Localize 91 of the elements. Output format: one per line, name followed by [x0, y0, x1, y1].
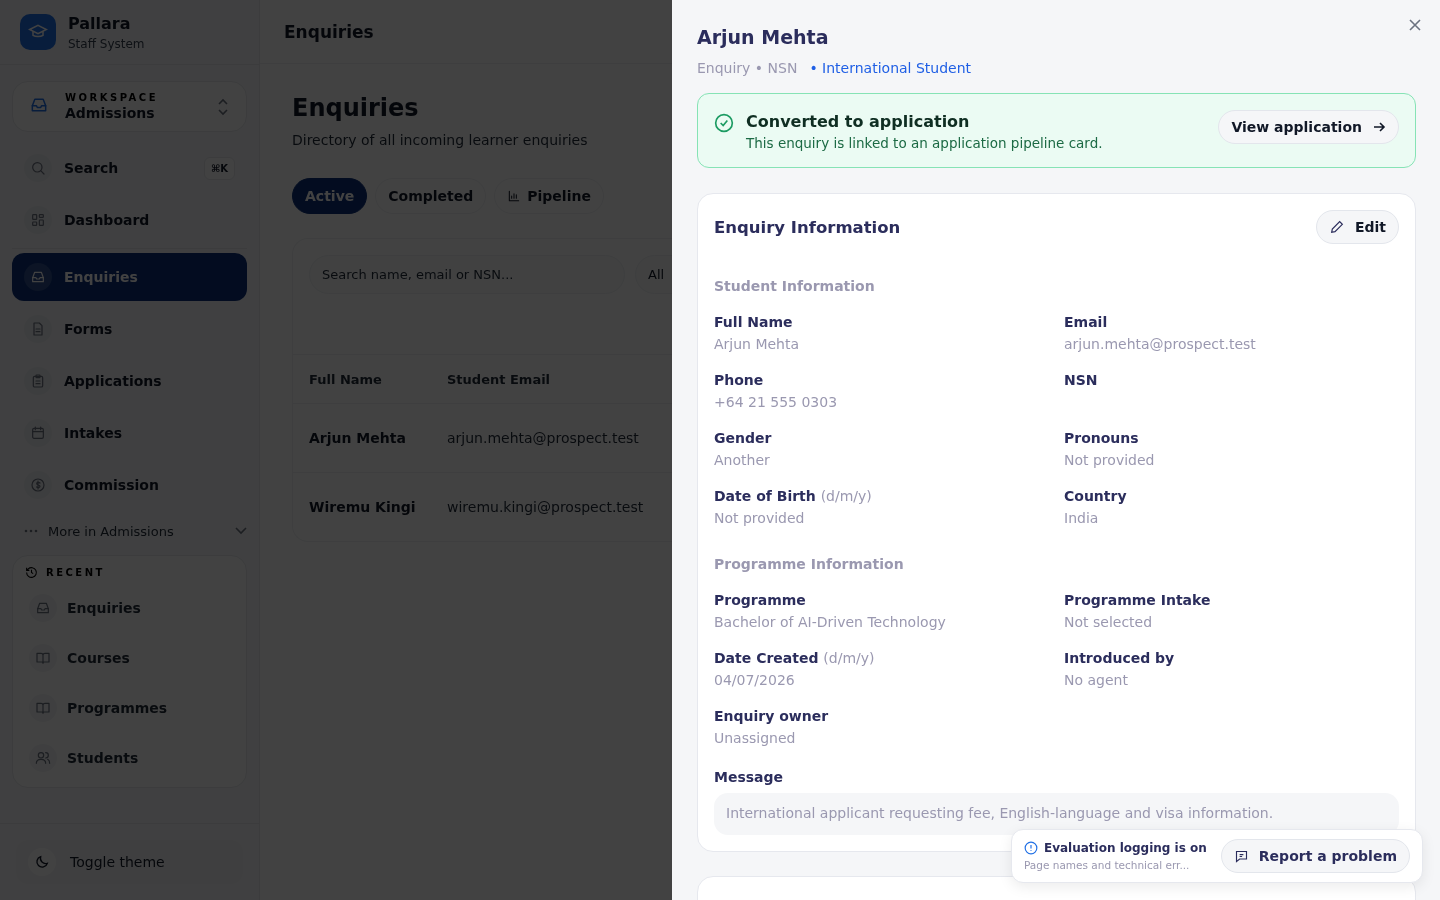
drawer-title: Arjun Mehta: [697, 26, 830, 48]
toast-title: Evaluation logging is on: [1043, 841, 1207, 855]
field-value: India: [1064, 510, 1099, 526]
field-value: Not provided: [714, 510, 805, 526]
student-type-tag: • International Student: [809, 60, 972, 76]
toast-text: Page names and technical err...: [1023, 859, 1191, 871]
search-field[interactable]: Search name, email or NSN...: [309, 255, 625, 294]
pencil-icon: [1328, 219, 1345, 235]
recent-item[interactable]: Programmes: [25, 683, 234, 733]
field-value: Unassigned: [714, 730, 796, 746]
field-label: Full Name: [714, 314, 794, 330]
nav-item[interactable]: Commission: [12, 461, 247, 509]
nav-item[interactable]: Intakes: [12, 409, 247, 457]
section-heading: Student Information: [714, 278, 876, 294]
field-label: Gender: [714, 430, 773, 446]
chat-icon: [1233, 848, 1249, 864]
message-box: International applicant requesting fee, English-language and visa information.: [714, 793, 1399, 835]
field-value: Not selected: [1064, 614, 1153, 630]
edit-button[interactable]: Edit: [1315, 210, 1399, 244]
nav-item[interactable]: Search ⌘K: [12, 144, 247, 192]
field-label: Message: [714, 769, 785, 785]
moon-icon: [34, 854, 50, 870]
field-label: Country: [1064, 488, 1128, 504]
book-icon: [35, 700, 51, 716]
card-title: Enquiry Information: [714, 217, 901, 237]
workspace-switcher[interactable]: WORKSPACE Admissions: [12, 81, 247, 132]
field-label: Programme Intake: [1064, 592, 1212, 608]
field-value: Not provided: [1064, 452, 1155, 468]
field-label: Introduced by: [1064, 650, 1176, 666]
book-icon: [35, 650, 51, 666]
chevron-updown-icon: [216, 97, 230, 116]
report-button[interactable]: Report a problem: [1220, 839, 1410, 873]
field-label: Enquiry owner: [714, 708, 830, 724]
table-cell-text: Arjun Mehta: [309, 430, 407, 446]
dots-icon: [24, 529, 38, 533]
arrow-right-icon: [1372, 120, 1386, 134]
recent-heading: RECENT: [46, 567, 105, 578]
history-icon: [25, 566, 38, 579]
app-logo: [20, 14, 56, 50]
filter-dropdown[interactable]: All: [635, 255, 672, 294]
tab[interactable]: Completed: [375, 178, 487, 214]
info-icon: [1023, 841, 1038, 855]
nav-item[interactable]: Dashboard: [12, 196, 247, 244]
grid-icon: [30, 212, 46, 228]
field-value: Another: [714, 452, 770, 468]
check-circle-icon: [714, 113, 734, 133]
app-name: Pallara: [68, 13, 132, 33]
view-application-button[interactable]: View application: [1218, 110, 1399, 144]
chart-icon: [507, 189, 522, 203]
page-title: Enquiries: [292, 94, 420, 122]
page-subtitle: Directory of all incoming learner enquiries: [292, 132, 589, 148]
field-value: Bachelor of AI-Driven Technology: [714, 614, 946, 630]
field-label: Pronouns: [1064, 430, 1140, 446]
search-icon: [30, 160, 46, 176]
tab[interactable]: Pipeline: [494, 178, 604, 214]
field-label: NSN: [1064, 372, 1099, 388]
recent-item[interactable]: Students: [25, 733, 234, 783]
table-cell-text: arjun.mehta@prospect.test: [447, 430, 640, 446]
table-cell-text: Wiremu Kingi: [309, 499, 417, 515]
nav-item[interactable]: Applications: [12, 357, 247, 405]
field-value: arjun.mehta@prospect.test: [1064, 336, 1256, 352]
calendar-icon: [30, 425, 46, 441]
inbox-icon: [30, 269, 46, 285]
inbox-icon: [35, 600, 51, 616]
file-icon: [30, 321, 46, 337]
column-header: Student Email: [447, 371, 552, 387]
field-label: Email: [1064, 314, 1109, 330]
field-label: Programme: [714, 592, 807, 608]
dollar-icon: [30, 477, 46, 493]
enquiry-meta: Enquiry • NSN: [697, 60, 798, 76]
field-label: Phone: [714, 372, 765, 388]
more-toggle[interactable]: More in Admissions: [0, 513, 259, 549]
table-cell-text: wiremu.kingi@prospect.test: [447, 499, 645, 515]
users-icon: [35, 750, 51, 766]
recent-item[interactable]: Courses: [25, 633, 234, 683]
chevron-icon: [235, 527, 247, 535]
close-icon: [1408, 18, 1422, 32]
banner-text: This enquiry is linked to an application pipeline card.: [746, 135, 1104, 151]
field-value: +64 21 555 0303: [714, 394, 838, 410]
field-label: Date Created (d/m/y): [714, 650, 876, 666]
shortcut-key: ⌘K: [203, 156, 235, 180]
section-heading: Programme Information: [714, 556, 905, 572]
clipboard-icon: [30, 373, 46, 389]
field-value: 04/07/2026: [714, 672, 795, 688]
field-label: Date of Birth (d/m/y): [714, 488, 873, 504]
column-header: Full Name: [309, 371, 383, 387]
field-value: No agent: [1064, 672, 1128, 688]
banner-title: Converted to application: [746, 112, 971, 131]
nav-item[interactable]: Forms: [12, 305, 247, 353]
recent-item[interactable]: Enquiries: [25, 583, 234, 633]
field-value: Arjun Mehta: [714, 336, 800, 352]
